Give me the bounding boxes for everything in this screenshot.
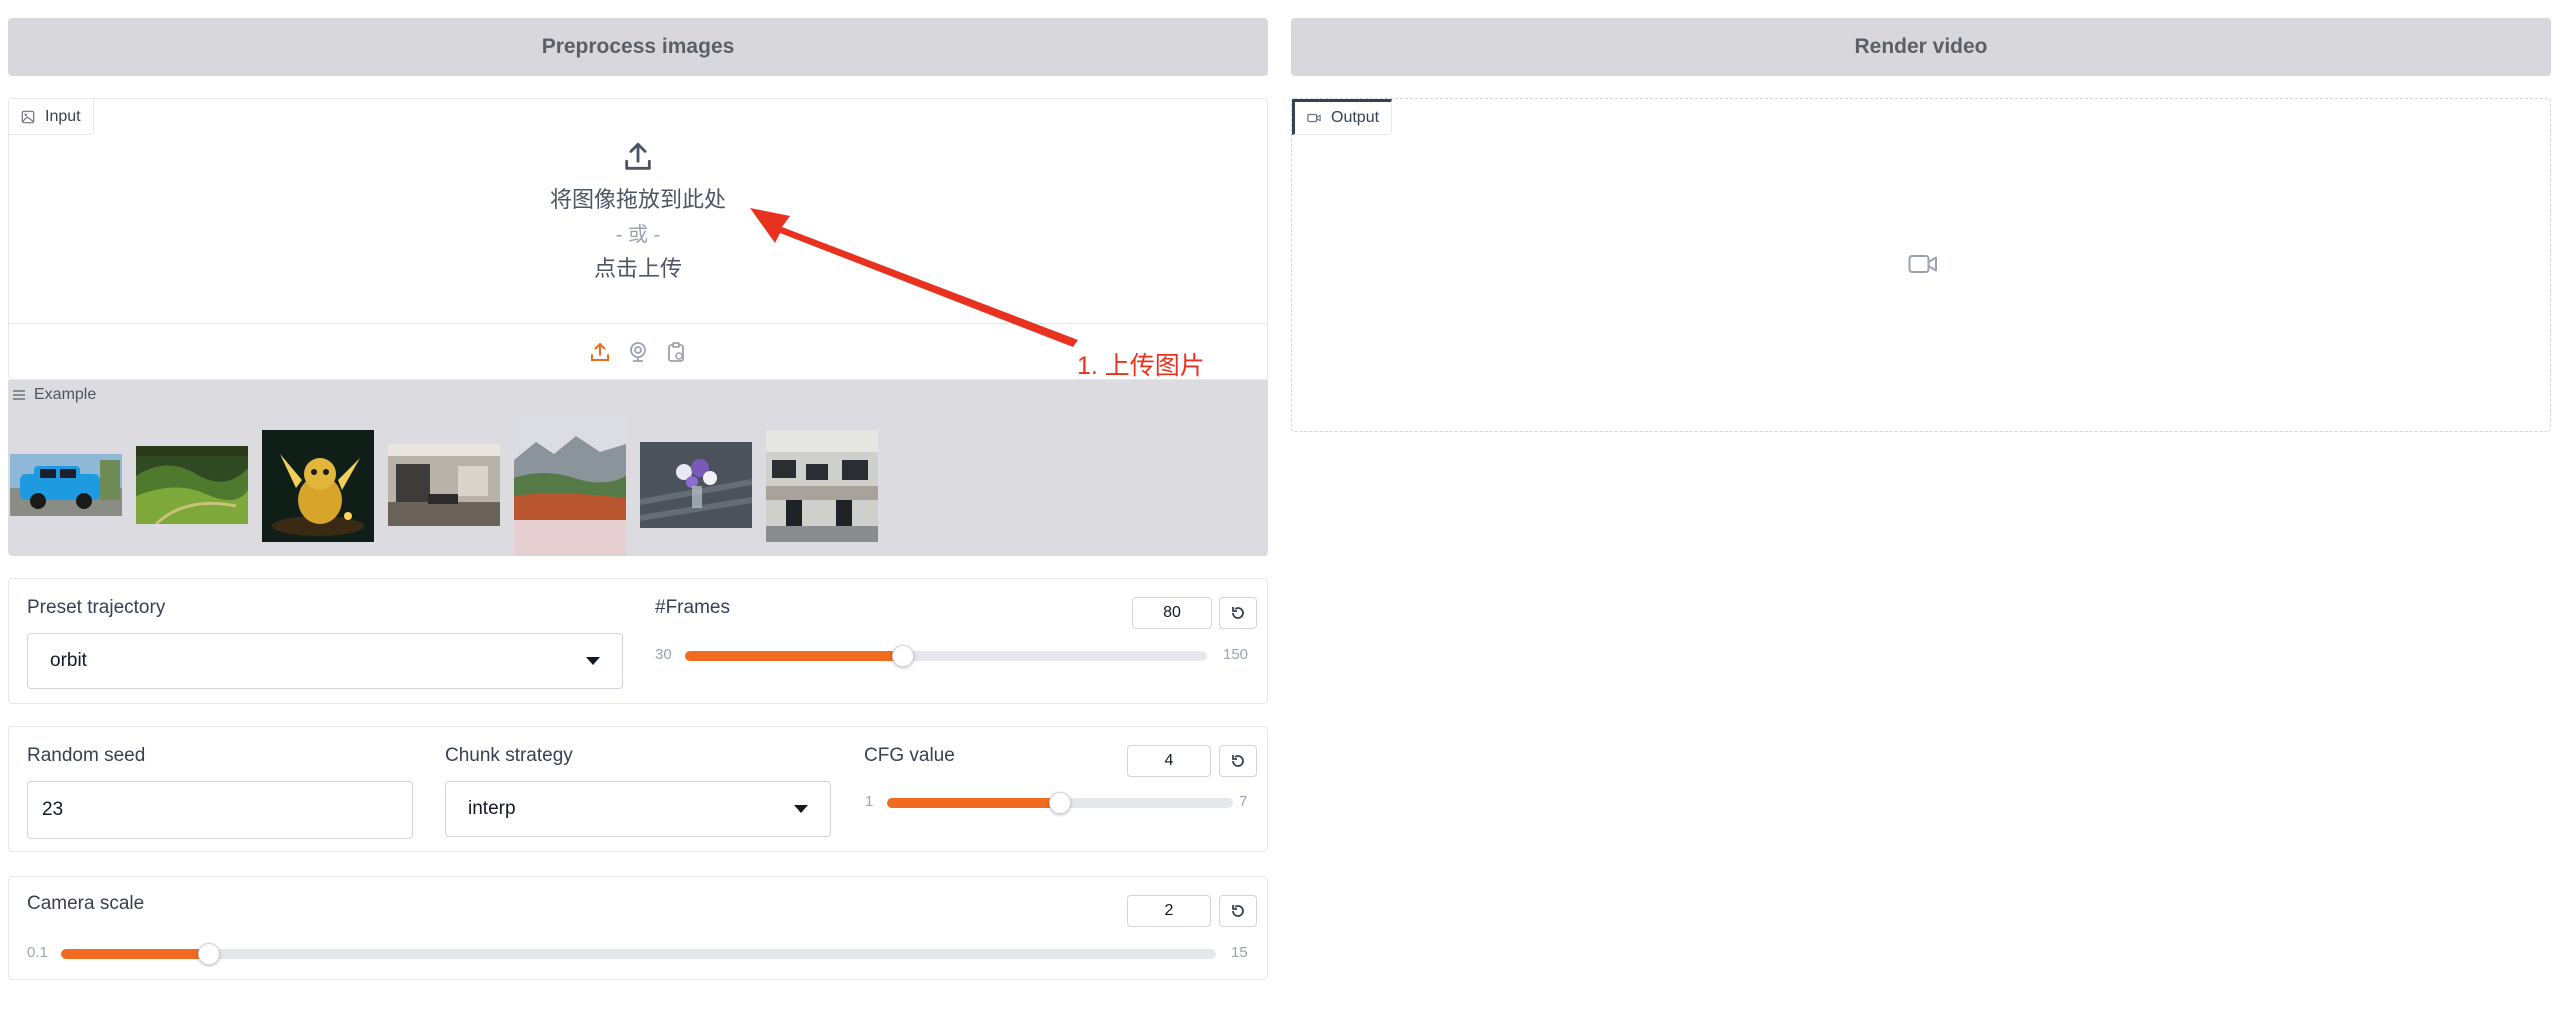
examples-label-text: Example — [34, 386, 97, 403]
chunk-strategy-dropdown[interactable]: interp — [445, 781, 831, 837]
frames-slider-handle[interactable] — [892, 645, 914, 667]
example-thumbnail[interactable] — [514, 416, 626, 556]
example-thumbnail[interactable] — [10, 454, 122, 516]
frames-min: 30 — [655, 646, 672, 663]
preset-trajectory-label: Preset trajectory — [27, 597, 166, 618]
cfg-label: CFG value — [864, 745, 955, 766]
preset-trajectory-dropdown[interactable]: orbit — [27, 633, 623, 689]
cfg-number-input[interactable] — [1127, 745, 1211, 777]
random-seed-input[interactable] — [27, 781, 413, 839]
drop-text: 将图像拖放到此处 — [549, 186, 726, 212]
cfg-slider[interactable] — [887, 792, 1233, 814]
chunk-strategy-value: interp — [468, 798, 516, 819]
chevron-down-icon — [794, 805, 808, 813]
chunk-strategy-label: Chunk strategy — [445, 745, 573, 766]
example-thumbnail[interactable] — [136, 446, 248, 524]
list-icon — [13, 390, 25, 400]
frames-number-input[interactable] — [1132, 597, 1212, 629]
cfg-slider-handle[interactable] — [1049, 792, 1071, 814]
camera-scale-label: Camera scale — [27, 893, 145, 914]
clipboard-icon[interactable] — [664, 340, 688, 364]
cfg-slider-fill — [887, 798, 1060, 808]
webcam-icon[interactable] — [626, 340, 650, 364]
frames-slider-fill — [685, 651, 903, 661]
frames-reset-button[interactable] — [1219, 597, 1257, 629]
example-thumbnail[interactable] — [388, 444, 500, 526]
examples-label: Example — [12, 386, 96, 404]
chevron-down-icon — [586, 657, 600, 665]
cfg-reset-button[interactable] — [1219, 745, 1257, 777]
camera-scale-min: 0.1 — [27, 944, 48, 961]
example-thumbnail[interactable] — [640, 442, 752, 528]
cfg-min: 1 — [865, 793, 874, 810]
annotation-text: 1. 上传图片 — [1077, 352, 1205, 380]
camera-scale-max: 15 — [1231, 944, 1248, 961]
example-thumbnail[interactable] — [766, 430, 878, 542]
camera-scale-slider[interactable] — [61, 943, 1216, 965]
random-seed-label: Random seed — [27, 745, 146, 766]
example-thumbnail[interactable] — [262, 430, 374, 542]
camera-scale-slider-handle[interactable] — [198, 943, 220, 965]
or-text: - 或 - — [615, 223, 661, 246]
render-video-button[interactable]: Render video — [1291, 18, 2551, 76]
reset-icon — [1232, 905, 1244, 917]
frames-label: #Frames — [655, 597, 730, 618]
trajectory-frames-group: Preset trajectory orbit #Frames 30 150 — [8, 578, 1268, 704]
examples-gallery: Example — [8, 380, 1268, 556]
output-label-text: Output — [1331, 109, 1380, 126]
annotation-arrow — [750, 208, 1078, 347]
output-video-panel: Output — [1291, 98, 2551, 432]
frames-max: 150 — [1223, 646, 1249, 663]
camera-scale-reset-button[interactable] — [1219, 895, 1257, 927]
frames-slider[interactable] — [685, 645, 1207, 667]
upload-icon[interactable] — [588, 340, 612, 364]
preprocess-images-button[interactable]: Preprocess images — [8, 18, 1268, 76]
seed-chunk-cfg-group: Random seed Chunk strategy interp CFG va… — [8, 726, 1268, 852]
video-icon — [1307, 113, 1321, 123]
video-placeholder-icon — [1908, 255, 1937, 273]
click-upload-text: 点击上传 — [593, 255, 682, 281]
camera-scale-group: Camera scale 0.1 15 — [8, 876, 1268, 980]
upload-icon — [625, 142, 651, 170]
cfg-max: 7 — [1239, 793, 1248, 810]
reset-icon — [1232, 755, 1244, 767]
preset-trajectory-value: orbit — [50, 650, 87, 671]
reset-icon — [1232, 607, 1244, 619]
output-label: Output — [1292, 99, 1393, 135]
camera-scale-slider-fill — [61, 949, 209, 959]
camera-scale-number-input[interactable] — [1127, 895, 1211, 927]
